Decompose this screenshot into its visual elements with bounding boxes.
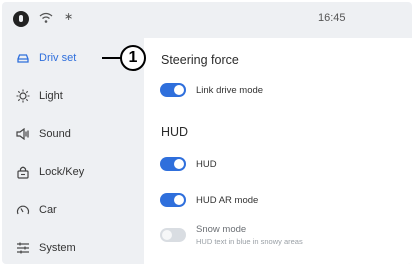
lock-icon (16, 165, 30, 179)
sidebar-item-label: Driv set (39, 52, 77, 64)
hud-ar-mode-row[interactable]: HUD AR mode (160, 193, 258, 207)
sidebar-item-label: System (39, 242, 76, 254)
sidebar-item-lock-key[interactable]: Lock/Key (2, 158, 114, 186)
bluetooth-icon: ∗ (64, 11, 74, 23)
link-drive-mode-row[interactable]: Link drive mode (160, 83, 263, 97)
section-title-hud: HUD (161, 125, 189, 139)
sidebar-item-label: Lock/Key (39, 166, 85, 178)
callout-marker: 1 (120, 45, 146, 71)
sidebar-item-label: Light (39, 90, 63, 102)
sidebar-item-label: Car (39, 204, 57, 216)
settings-panel: Steering force Link drive mode HUD HUD H… (144, 38, 412, 264)
light-icon (16, 89, 30, 103)
gauge-icon (16, 203, 30, 217)
snow-mode-text: Snow mode HUD text in blue in snowy area… (196, 224, 303, 246)
wifi-icon (39, 12, 53, 23)
link-drive-mode-label: Link drive mode (196, 84, 264, 96)
hud-ar-mode-label: HUD AR mode (196, 194, 259, 206)
settings-sidebar: Driv set Light Sound Lock/Key Car System (2, 38, 122, 264)
section-title-steering-force: Steering force (161, 53, 239, 67)
infotainment-screen: ∗ 16:45 Driv set Light Sound Lock/Key Ca… (2, 2, 412, 264)
brand-logo-icon (13, 11, 29, 27)
sidebar-item-sound[interactable]: Sound (2, 120, 114, 148)
sliders-icon (16, 241, 30, 255)
snow-mode-sublabel: HUD text in blue in snowy areas (196, 237, 303, 246)
sidebar-item-driv-set[interactable]: Driv set (2, 44, 114, 72)
car-icon (16, 51, 30, 65)
hud-toggle[interactable] (160, 157, 186, 171)
clock-time: 16:45 (318, 12, 346, 24)
hud-row[interactable]: HUD (160, 157, 217, 171)
callout-leader-line (102, 57, 121, 59)
sidebar-item-system[interactable]: System (2, 234, 114, 262)
link-drive-mode-toggle[interactable] (160, 83, 186, 97)
snow-mode-row[interactable]: Snow mode HUD text in blue in snowy area… (160, 224, 303, 246)
status-bar: ∗ 16:45 (2, 2, 412, 36)
hud-label: HUD (196, 158, 217, 170)
speaker-icon (16, 127, 30, 141)
snow-mode-toggle[interactable] (160, 228, 186, 242)
hud-ar-mode-toggle[interactable] (160, 193, 186, 207)
sidebar-item-label: Sound (39, 128, 71, 140)
sidebar-item-light[interactable]: Light (2, 82, 114, 110)
sidebar-item-car[interactable]: Car (2, 196, 114, 224)
snow-mode-label: Snow mode (196, 224, 247, 235)
